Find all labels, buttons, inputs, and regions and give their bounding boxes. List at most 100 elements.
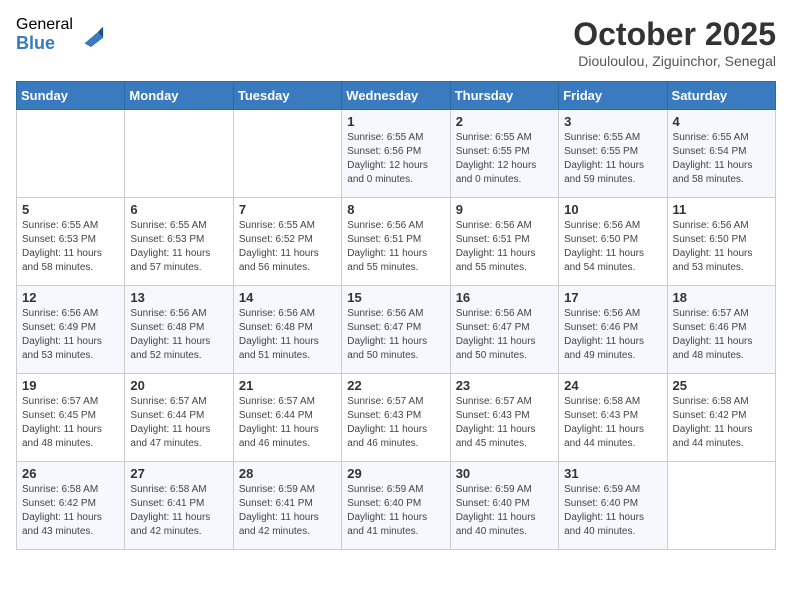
calendar-cell: 4 Sunrise: 6:55 AM Sunset: 6:54 PM Daylig… — [667, 110, 775, 198]
calendar-cell: 21 Sunrise: 6:57 AM Sunset: 6:44 PM Dayli… — [233, 374, 341, 462]
day-info: Sunrise: 6:57 AM Sunset: 6:44 PM Dayligh… — [130, 395, 227, 451]
calendar-table: SundayMondayTuesdayWednesdayThursdayFrid… — [16, 81, 776, 550]
day-info: Sunrise: 6:56 AM Sunset: 6:49 PM Dayligh… — [22, 307, 119, 363]
calendar-cell: 25Sunrise: 6:58 AM Sunset: 6:42 PM Dayli… — [667, 374, 775, 462]
weekday-header-thursday: Thursday — [450, 82, 558, 110]
day-number: 16 — [456, 290, 553, 305]
day-info: Sunrise: 6:56 AM Sunset: 6:50 PM Dayligh… — [564, 219, 661, 275]
day-info: Sunrise: 6:56 AM Sunset: 6:51 PM Dayligh… — [456, 219, 553, 275]
day-number: 1 — [347, 114, 444, 129]
calendar-cell — [17, 110, 125, 198]
page-header: General Blue October 2025 Diouloulou, Zi… — [16, 16, 776, 69]
day-info: Sunrise: 6:56 AM Sunset: 6:46 PM Dayligh… — [564, 307, 661, 363]
calendar-cell: 18Sunrise: 6:57 AM Sunset: 6:46 PM Dayli… — [667, 286, 775, 374]
calendar-cell: 16Sunrise: 6:56 AM Sunset: 6:47 PM Dayli… — [450, 286, 558, 374]
day-info: Sunrise: 6:57 AM Sunset: 6:45 PM Dayligh… — [22, 395, 119, 451]
day-info: Sunrise: 6:55 AM Sunset: 6:55 PM Dayligh… — [456, 131, 553, 187]
calendar-cell: 5 Sunrise: 6:55 AM Sunset: 6:53 PM Daylig… — [17, 198, 125, 286]
day-info: Sunrise: 6:55 AM Sunset: 6:54 PM Dayligh… — [673, 131, 770, 187]
day-number: 8 — [347, 202, 444, 217]
calendar-week-5: 26Sunrise: 6:58 AM Sunset: 6:42 PM Dayli… — [17, 462, 776, 550]
day-number: 9 — [456, 202, 553, 217]
day-info: Sunrise: 6:56 AM Sunset: 6:48 PM Dayligh… — [239, 307, 336, 363]
day-number: 13 — [130, 290, 227, 305]
calendar-week-2: 5 Sunrise: 6:55 AM Sunset: 6:53 PM Daylig… — [17, 198, 776, 286]
weekday-header-friday: Friday — [559, 82, 667, 110]
day-number: 11 — [673, 202, 770, 217]
day-number: 24 — [564, 378, 661, 393]
calendar-cell — [125, 110, 233, 198]
day-number: 5 — [22, 202, 119, 217]
calendar-week-3: 12 Sunrise: 6:56 AM Sunset: 6:49 PM Dayli… — [17, 286, 776, 374]
weekday-header-tuesday: Tuesday — [233, 82, 341, 110]
calendar-cell: 19Sunrise: 6:57 AM Sunset: 6:45 PM Dayli… — [17, 374, 125, 462]
weekday-header-row: SundayMondayTuesdayWednesdayThursdayFrid… — [17, 82, 776, 110]
calendar-cell: 1Sunrise: 6:55 AM Sunset: 6:56 PM Daylig… — [342, 110, 450, 198]
day-info: Sunrise: 6:59 AM Sunset: 6:40 PM Dayligh… — [564, 483, 661, 539]
calendar-cell: 23 Sunrise: 6:57 AM Sunset: 6:43 PM Dayli… — [450, 374, 558, 462]
title-section: October 2025 Diouloulou, Ziguinchor, Sen… — [573, 16, 776, 69]
calendar-cell: 14 Sunrise: 6:56 AM Sunset: 6:48 PM Dayli… — [233, 286, 341, 374]
day-number: 27 — [130, 466, 227, 481]
calendar-cell: 15 Sunrise: 6:56 AM Sunset: 6:47 PM Dayli… — [342, 286, 450, 374]
day-number: 20 — [130, 378, 227, 393]
day-number: 4 — [673, 114, 770, 129]
day-info: Sunrise: 6:55 AM Sunset: 6:52 PM Dayligh… — [239, 219, 336, 275]
day-info: Sunrise: 6:57 AM Sunset: 6:46 PM Dayligh… — [673, 307, 770, 363]
calendar-cell: 30 Sunrise: 6:59 AM Sunset: 6:40 PM Dayli… — [450, 462, 558, 550]
day-number: 31 — [564, 466, 661, 481]
month-title: October 2025 — [573, 16, 776, 53]
day-number: 22 — [347, 378, 444, 393]
weekday-header-wednesday: Wednesday — [342, 82, 450, 110]
calendar-cell: 8 Sunrise: 6:56 AM Sunset: 6:51 PM Daylig… — [342, 198, 450, 286]
day-number: 17 — [564, 290, 661, 305]
calendar-cell: 24 Sunrise: 6:58 AM Sunset: 6:43 PM Dayli… — [559, 374, 667, 462]
day-number: 14 — [239, 290, 336, 305]
day-info: Sunrise: 6:56 AM Sunset: 6:51 PM Dayligh… — [347, 219, 444, 275]
calendar-cell: 10 Sunrise: 6:56 AM Sunset: 6:50 PM Dayli… — [559, 198, 667, 286]
day-info: Sunrise: 6:57 AM Sunset: 6:43 PM Dayligh… — [456, 395, 553, 451]
day-info: Sunrise: 6:59 AM Sunset: 6:40 PM Dayligh… — [456, 483, 553, 539]
day-number: 21 — [239, 378, 336, 393]
day-info: Sunrise: 6:57 AM Sunset: 6:44 PM Dayligh… — [239, 395, 336, 451]
day-number: 10 — [564, 202, 661, 217]
calendar-cell: 20 Sunrise: 6:57 AM Sunset: 6:44 PM Dayli… — [125, 374, 233, 462]
day-info: Sunrise: 6:58 AM Sunset: 6:43 PM Dayligh… — [564, 395, 661, 451]
logo-general: General — [16, 16, 73, 34]
calendar-cell — [233, 110, 341, 198]
location: Diouloulou, Ziguinchor, Senegal — [573, 53, 776, 69]
calendar-cell: 28 Sunrise: 6:59 AM Sunset: 6:41 PM Dayli… — [233, 462, 341, 550]
day-number: 7 — [239, 202, 336, 217]
day-info: Sunrise: 6:56 AM Sunset: 6:50 PM Dayligh… — [673, 219, 770, 275]
calendar-cell: 9 Sunrise: 6:56 AM Sunset: 6:51 PM Daylig… — [450, 198, 558, 286]
calendar-cell: 7 Sunrise: 6:55 AM Sunset: 6:52 PM Daylig… — [233, 198, 341, 286]
calendar-cell: 12 Sunrise: 6:56 AM Sunset: 6:49 PM Dayli… — [17, 286, 125, 374]
day-number: 29 — [347, 466, 444, 481]
day-info: Sunrise: 6:57 AM Sunset: 6:43 PM Dayligh… — [347, 395, 444, 451]
day-info: Sunrise: 6:59 AM Sunset: 6:40 PM Dayligh… — [347, 483, 444, 539]
day-number: 15 — [347, 290, 444, 305]
day-number: 26 — [22, 466, 119, 481]
day-info: Sunrise: 6:55 AM Sunset: 6:55 PM Dayligh… — [564, 131, 661, 187]
day-info: Sunrise: 6:58 AM Sunset: 6:41 PM Dayligh… — [130, 483, 227, 539]
day-info: Sunrise: 6:56 AM Sunset: 6:47 PM Dayligh… — [347, 307, 444, 363]
logo: General Blue — [16, 16, 105, 53]
calendar-cell: 31 Sunrise: 6:59 AM Sunset: 6:40 PM Dayli… — [559, 462, 667, 550]
calendar-cell — [667, 462, 775, 550]
calendar-cell: 11 Sunrise: 6:56 AM Sunset: 6:50 PM Dayli… — [667, 198, 775, 286]
calendar-cell: 27 Sunrise: 6:58 AM Sunset: 6:41 PM Dayli… — [125, 462, 233, 550]
weekday-header-monday: Monday — [125, 82, 233, 110]
day-number: 28 — [239, 466, 336, 481]
logo-icon — [77, 21, 105, 49]
day-info: Sunrise: 6:55 AM Sunset: 6:53 PM Dayligh… — [130, 219, 227, 275]
day-number: 2 — [456, 114, 553, 129]
day-info: Sunrise: 6:59 AM Sunset: 6:41 PM Dayligh… — [239, 483, 336, 539]
day-info: Sunrise: 6:55 AM Sunset: 6:53 PM Dayligh… — [22, 219, 119, 275]
calendar-body: 1Sunrise: 6:55 AM Sunset: 6:56 PM Daylig… — [17, 110, 776, 550]
day-number: 3 — [564, 114, 661, 129]
day-number: 30 — [456, 466, 553, 481]
day-number: 23 — [456, 378, 553, 393]
weekday-header-saturday: Saturday — [667, 82, 775, 110]
day-number: 12 — [22, 290, 119, 305]
calendar-cell: 29 Sunrise: 6:59 AM Sunset: 6:40 PM Dayli… — [342, 462, 450, 550]
